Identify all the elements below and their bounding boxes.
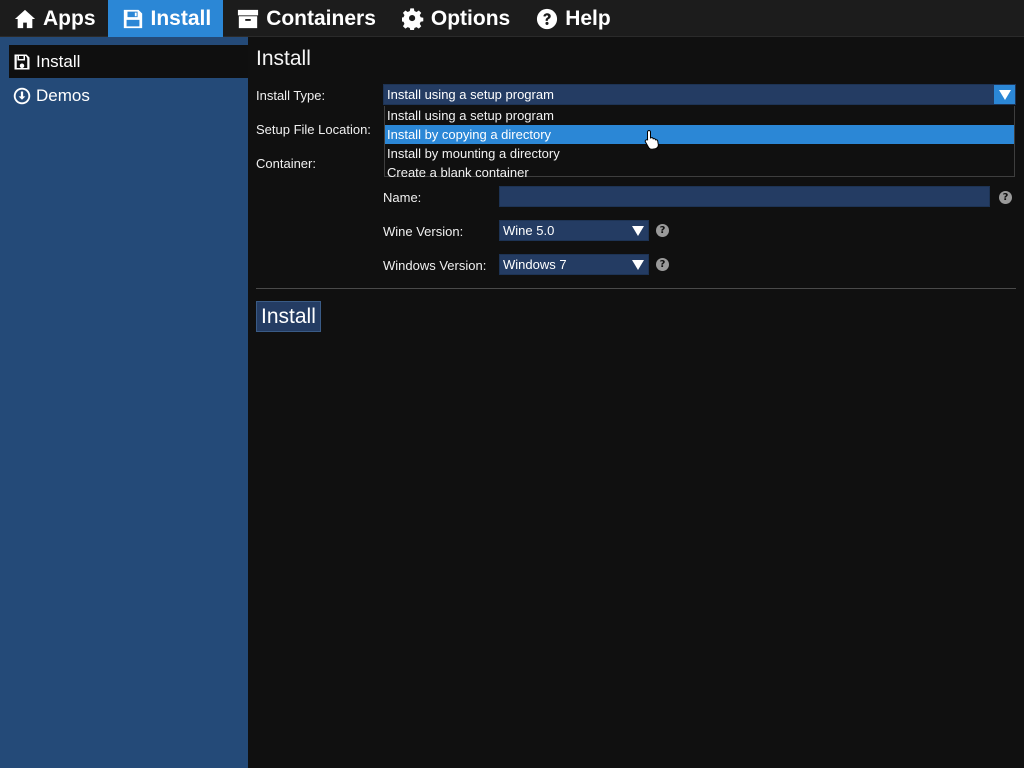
dropdown-arrow-button[interactable] <box>994 85 1015 104</box>
wine-version-label: Wine Version: <box>383 224 464 239</box>
sidebar: Install Demos <box>0 37 248 768</box>
triangle-down-icon <box>631 259 644 270</box>
install-type-value: Install using a setup program <box>387 87 554 102</box>
hand-pointer-cursor-icon <box>644 129 659 149</box>
nav-help[interactable]: Help <box>522 0 623 37</box>
sidebar-item-install[interactable]: Install <box>9 45 248 78</box>
dropdown-option[interactable]: Install using a setup program <box>385 106 1014 125</box>
name-input[interactable] <box>499 186 990 207</box>
setup-file-location-label: Setup File Location: <box>256 122 371 137</box>
main-content: Install Install Type: Install using a se… <box>248 37 1024 768</box>
help-icon[interactable]: ? <box>999 191 1012 204</box>
name-label: Name: <box>383 190 422 205</box>
dropdown-option[interactable]: Install by mounting a directory <box>385 144 1014 163</box>
gear-icon <box>401 7 424 30</box>
top-nav: Apps Install Containers Options Help <box>0 0 1024 37</box>
sidebar-item-label: Demos <box>36 85 90 105</box>
archive-box-icon <box>238 9 259 28</box>
install-button[interactable]: Install <box>256 301 321 332</box>
nav-apps[interactable]: Apps <box>0 0 108 37</box>
section-divider <box>256 288 1016 289</box>
triangle-down-icon <box>631 225 644 236</box>
nav-options[interactable]: Options <box>388 0 522 37</box>
nav-help-label: Help <box>565 6 611 30</box>
question-circle-icon <box>537 8 558 29</box>
dropdown-arrow-button[interactable] <box>627 255 648 274</box>
nav-install-label: Install <box>150 6 212 30</box>
floppy-disk-icon <box>14 54 30 69</box>
wine-version-select[interactable]: Wine 5.0 <box>499 220 649 241</box>
windows-version-label: Windows Version: <box>383 258 487 273</box>
floppy-disk-icon <box>123 9 142 28</box>
nav-containers[interactable]: Containers <box>223 0 388 37</box>
sidebar-item-label: Install <box>36 51 81 71</box>
sidebar-item-demos[interactable]: Demos <box>9 79 248 112</box>
top-navigation-bar: Apps Install Containers Options Help <box>0 0 1024 37</box>
help-icon[interactable]: ? <box>656 224 669 237</box>
triangle-down-icon <box>998 89 1011 100</box>
container-label: Container: <box>256 156 316 171</box>
download-circle-icon <box>13 87 31 104</box>
install-type-select[interactable]: Install using a setup program <box>383 84 1016 105</box>
nav-options-label: Options <box>430 6 511 30</box>
windows-version-select[interactable]: Windows 7 <box>499 254 649 275</box>
install-type-dropdown-list: Install using a setup program Install by… <box>384 106 1015 180</box>
windows-version-value: Windows 7 <box>503 257 567 272</box>
dropdown-option-highlighted[interactable]: Install by copying a directory <box>385 125 1014 144</box>
install-type-label: Install Type: <box>256 88 326 103</box>
wine-version-value: Wine 5.0 <box>503 223 555 238</box>
page-title: Install <box>256 47 311 70</box>
home-icon <box>14 9 36 28</box>
nav-containers-label: Containers <box>266 6 376 30</box>
dropdown-arrow-button[interactable] <box>627 221 648 240</box>
help-icon[interactable]: ? <box>656 258 669 271</box>
nav-install[interactable]: Install <box>107 0 224 37</box>
nav-apps-label: Apps <box>43 6 96 30</box>
dropdown-option[interactable]: Create a blank container <box>385 163 1014 182</box>
